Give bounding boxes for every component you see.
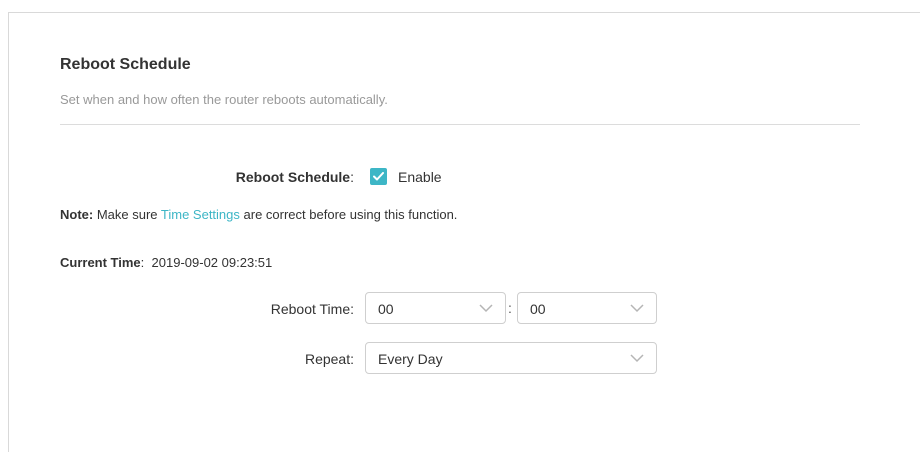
repeat-label: Repeat:: [304, 351, 354, 367]
current-time-row: Current Time: 2019-09-02 09:23:51: [60, 255, 272, 270]
note-text-after: are correct before using this function.: [239, 207, 458, 222]
section-divider: [60, 124, 860, 125]
reboot-time-row: Reboot Time: 00 : 00: [0, 292, 920, 326]
repeat-select[interactable]: Every Day: [365, 342, 657, 374]
section-title: Reboot Schedule: [60, 56, 191, 73]
reboot-schedule-label-text: Reboot Schedule: [235, 169, 351, 185]
repeat-value: Every Day: [378, 351, 443, 367]
settings-panel: [8, 12, 920, 452]
reboot-time-label: Reboot Time:: [270, 301, 354, 317]
enable-checkbox[interactable]: [370, 168, 387, 185]
time-settings-link[interactable]: Time Settings: [161, 207, 240, 222]
check-icon: [373, 172, 384, 181]
section-description: Set when and how often the router reboot…: [60, 92, 388, 107]
current-time-value: 2019-09-02 09:23:51: [151, 255, 273, 270]
reboot-hour-select[interactable]: 00: [365, 292, 506, 324]
reboot-schedule-colon: :: [350, 169, 354, 185]
reboot-schedule-label: Reboot Schedule:: [236, 169, 354, 185]
repeat-row: Repeat: Every Day: [0, 342, 920, 376]
note-text-before: Make sure: [93, 207, 161, 222]
chevron-down-icon: [479, 304, 493, 313]
note-row: Note: Make sure Time Settings are correc…: [60, 207, 457, 222]
reboot-minute-value: 00: [530, 301, 546, 317]
reboot-minute-select[interactable]: 00: [517, 292, 657, 324]
time-separator: :: [508, 300, 512, 316]
note-prefix: Note:: [60, 207, 94, 222]
current-time-colon: :: [140, 255, 145, 270]
chevron-down-icon: [630, 354, 644, 363]
reboot-schedule-row: Reboot Schedule: Enable: [0, 168, 920, 188]
enable-label[interactable]: Enable: [398, 169, 442, 185]
current-time-label: Current Time: [60, 255, 141, 270]
reboot-hour-value: 00: [378, 301, 394, 317]
chevron-down-icon: [630, 304, 644, 313]
